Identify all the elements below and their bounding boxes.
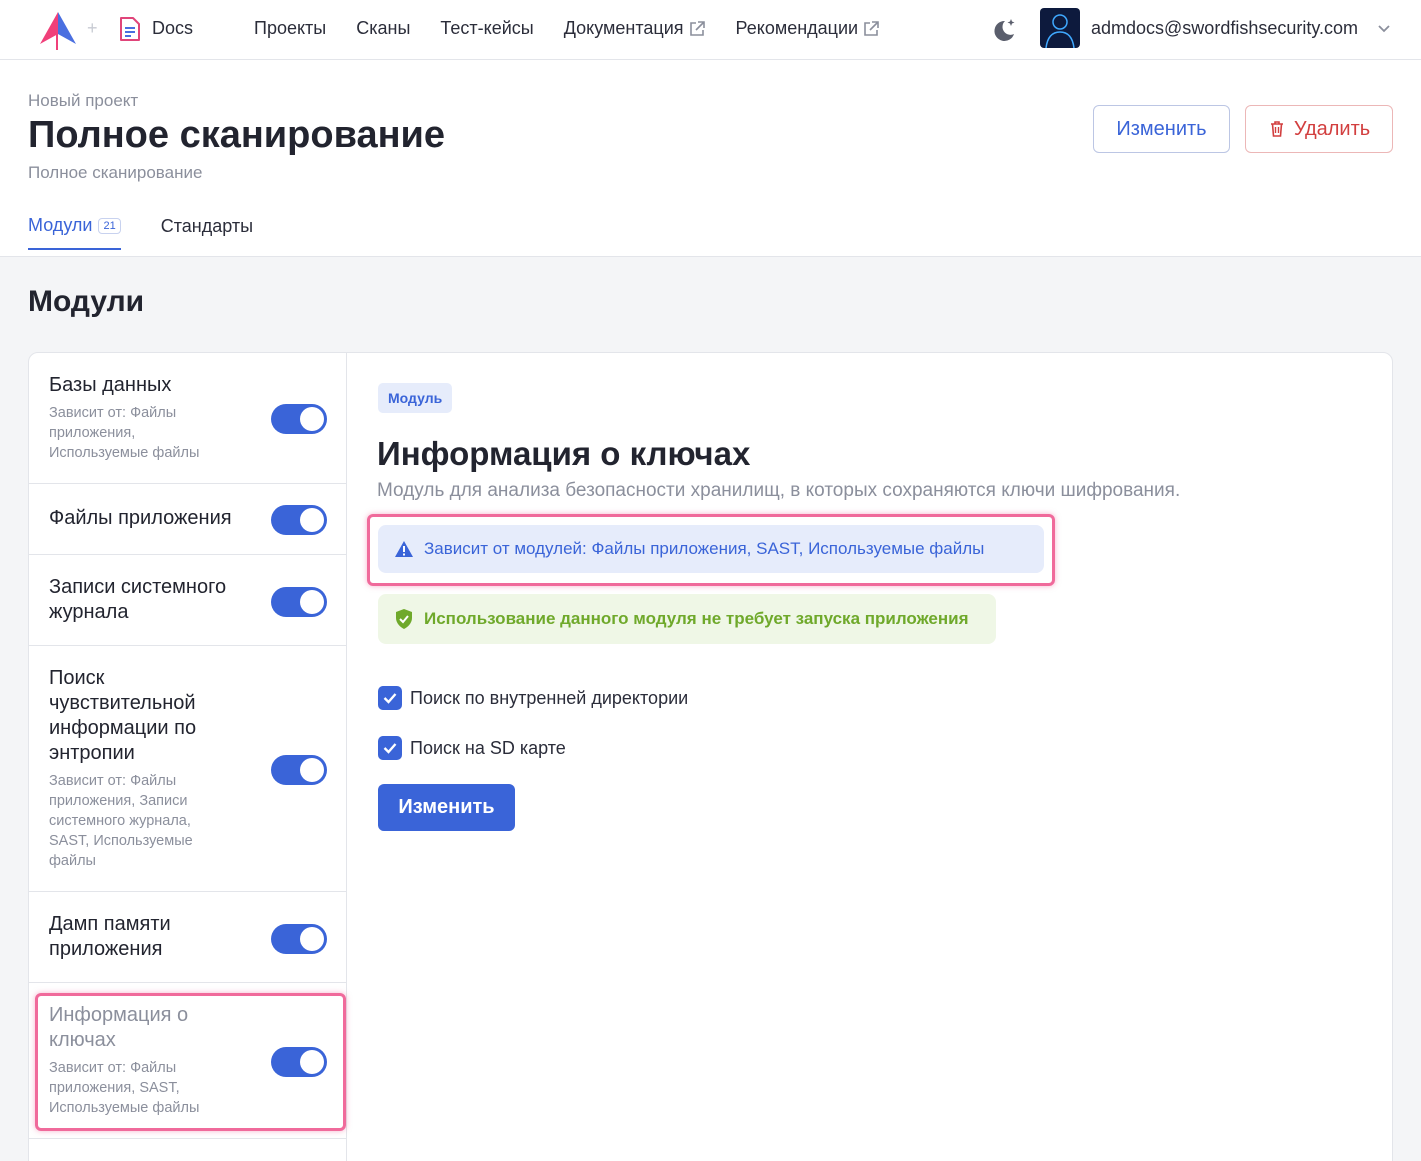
module-item[interactable]: Файлы приложения [29, 484, 347, 555]
checkbox[interactable] [378, 686, 402, 710]
project-tabs: Модули 21 Стандарты [28, 215, 253, 250]
module-item[interactable]: Дамп памяти приложения [29, 892, 347, 983]
swordfish-logo-icon[interactable] [38, 10, 78, 50]
project-header: Новый проект Полное сканирование Полное … [0, 60, 1421, 257]
option-sd-card[interactable]: Поиск на SD карте [378, 736, 566, 760]
alert-highlight [367, 514, 1055, 586]
option-label: Поиск по внутренней директории [410, 687, 689, 708]
option-label: Поиск на SD карте [410, 737, 566, 758]
nav-item-recommendations[interactable]: Рекомендации [736, 18, 881, 39]
tab-label: Модули [28, 215, 93, 235]
theme-toggle-moon-icon[interactable] [990, 16, 1018, 44]
avatar[interactable] [1040, 8, 1080, 48]
tab-label: Стандарты [160, 216, 254, 236]
tab-modules[interactable]: Модули 21 [28, 215, 121, 250]
tab-standards[interactable]: Стандарты [161, 215, 253, 250]
nav-label: Рекомендации [735, 18, 859, 38]
document-icon [120, 17, 140, 41]
module-toggle[interactable] [271, 587, 327, 617]
option-internal-dir[interactable]: Поиск по внутренней директории [378, 686, 688, 710]
external-link-icon [864, 20, 879, 36]
breadcrumb[interactable]: Новый проект [28, 91, 138, 111]
section-title: Модули [28, 285, 145, 318]
selection-highlight [35, 993, 346, 1131]
module-toggle[interactable] [271, 924, 327, 954]
page-subtitle: Полное сканирование [28, 163, 203, 182]
module-name: Базы данных [49, 374, 172, 396]
nav-label: Документация [563, 18, 684, 38]
delete-label: Удалить [1293, 117, 1371, 140]
module-toggle[interactable] [271, 505, 327, 535]
module-name: Дамп памяти приложения [49, 913, 171, 960]
nav-item-projects[interactable]: Проекты [254, 18, 326, 39]
count-badge: 21 [98, 217, 121, 234]
nav-label: Проекты [254, 18, 327, 38]
checkmark-icon [383, 743, 397, 754]
module-name: Поиск чувствительной информации по энтро… [49, 667, 197, 764]
avatar-person-icon [1045, 14, 1075, 48]
module-toggle[interactable] [271, 755, 327, 785]
module-chip: Модуль [378, 383, 453, 413]
module-name: Записи системного журнала [49, 576, 227, 623]
delete-project-button[interactable]: Удалить [1245, 105, 1393, 153]
nav-label: Тест-кейсы [440, 18, 534, 38]
page-title: Полное сканирование [28, 114, 446, 156]
module-name: Файлы приложения [49, 507, 232, 529]
save-module-button[interactable]: Изменить [378, 784, 515, 831]
nav-item-test-cases[interactable]: Тест-кейсы [440, 18, 533, 39]
module-item[interactable]: Базы данных Зависит от: Файлы приложения… [29, 353, 347, 484]
edit-project-button[interactable]: Изменить [1093, 105, 1230, 153]
user-email[interactable]: admdocs@swordfishsecurity.com [1091, 18, 1358, 39]
module-item[interactable]: Поиск чувствительной информации по энтро… [29, 646, 347, 892]
modules-list: Базы данных Зависит от: Файлы приложения… [29, 353, 347, 1161]
checkmark-icon [383, 693, 397, 704]
no-launch-alert: Использование данного модуля не требует … [378, 594, 996, 644]
external-link-icon [689, 20, 705, 36]
module-dependencies: Зависит от: Файлы приложения, Записи сис… [49, 773, 193, 869]
top-navbar: + Docs Проекты Сканы Тест-кейсы Документ… [0, 0, 1421, 60]
main-nav: Проекты Сканы Тест-кейсы Документация Ре… [254, 18, 880, 39]
module-toggle[interactable] [271, 404, 327, 434]
module-item[interactable]: Записи системного журнала [29, 555, 347, 646]
docs-label[interactable]: Docs [152, 18, 193, 39]
shield-check-icon [396, 609, 412, 629]
nav-item-scans[interactable]: Сканы [356, 18, 410, 39]
modules-panel: Базы данных Зависит от: Файлы приложения… [28, 352, 1393, 1161]
trash-icon [1270, 121, 1283, 137]
module-title: Информация о ключах [377, 435, 751, 472]
nav-label: Сканы [356, 18, 411, 38]
module-description: Модуль для анализа безопасности хранилищ… [377, 480, 1181, 501]
nav-item-documentation[interactable]: Документация [564, 18, 706, 39]
chevron-down-icon[interactable] [1377, 22, 1391, 36]
no-launch-alert-text: Использование данного модуля не требует … [424, 609, 969, 628]
checkbox[interactable] [378, 736, 402, 760]
plus-separator: + [87, 18, 98, 38]
module-dependencies: Зависит от: Файлы приложения, Используем… [49, 405, 200, 461]
